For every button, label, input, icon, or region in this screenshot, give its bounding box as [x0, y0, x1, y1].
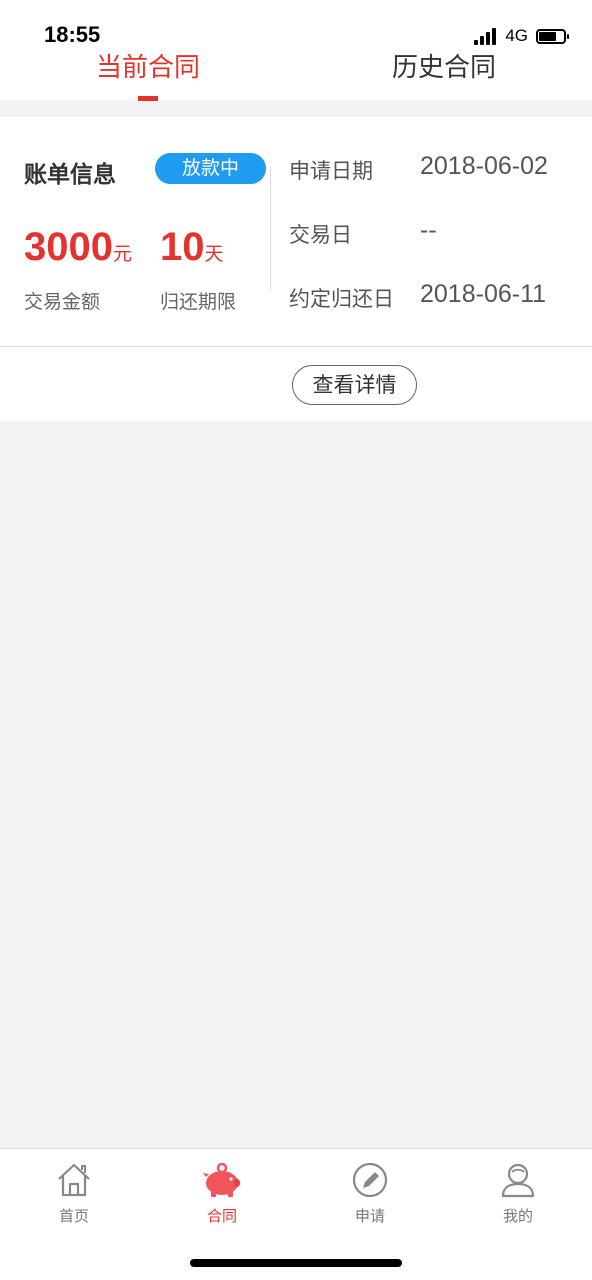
status-indicators: 4G — [474, 26, 569, 46]
contract-tabs: 当前合同 历史合同 — [0, 52, 592, 100]
term-value: 10 — [160, 225, 205, 269]
home-indicator[interactable] — [190, 1259, 402, 1267]
nav-label-home: 首页 — [58, 1207, 89, 1225]
trade-date-label: 交易日 — [289, 223, 352, 247]
apply-date-label: 申请日期 — [289, 159, 373, 183]
status-bar: 18:55 4G — [0, 0, 592, 52]
due-date-value: 2018-06-11 — [420, 280, 547, 308]
amount-label: 交易金额 — [24, 291, 101, 313]
nav-item-home[interactable]: 首页 — [0, 1161, 148, 1237]
nav-label-contract: 合同 — [206, 1207, 237, 1225]
term-unit: 天 — [204, 244, 224, 265]
horizontal-divider — [0, 346, 592, 347]
transaction-amount: 3000元 — [24, 225, 132, 270]
piggy-bank-icon — [203, 1162, 240, 1197]
nav-item-mine[interactable]: 我的 — [444, 1161, 592, 1237]
user-icon — [501, 1163, 535, 1198]
amount-value: 3000 — [24, 225, 113, 269]
bill-card: 账单信息 放款中 3000元 10天 交易金额 归还期限 申请日期 2018-0… — [0, 117, 592, 421]
term-label: 归还期限 — [160, 291, 237, 313]
tab-current-contract[interactable]: 当前合同 — [0, 52, 296, 100]
apply-date-value: 2018-06-02 — [420, 152, 548, 180]
due-date-label: 约定归还日 — [289, 287, 394, 311]
network-type: 4G — [505, 26, 528, 45]
vertical-divider — [270, 167, 271, 292]
return-term: 10天 — [160, 225, 224, 270]
bill-title: 账单信息 — [24, 162, 116, 188]
active-tab-indicator — [138, 96, 158, 101]
nav-label-apply: 申请 — [354, 1207, 385, 1225]
nav-item-apply[interactable]: 申请 — [296, 1161, 444, 1237]
status-time: 18:55 — [44, 22, 101, 47]
status-badge: 放款中 — [155, 153, 266, 184]
amount-unit: 元 — [112, 244, 132, 265]
home-icon — [58, 1163, 90, 1197]
nav-label-mine: 我的 — [502, 1207, 533, 1225]
pencil-icon — [352, 1162, 388, 1198]
battery-icon — [536, 28, 569, 44]
nav-item-contract[interactable]: 合同 — [148, 1161, 296, 1237]
view-details-button[interactable]: 查看详情 — [292, 365, 417, 405]
tab-history-contract[interactable]: 历史合同 — [296, 52, 592, 100]
signal-icon — [474, 27, 498, 45]
trade-date-value: -- — [420, 216, 437, 244]
